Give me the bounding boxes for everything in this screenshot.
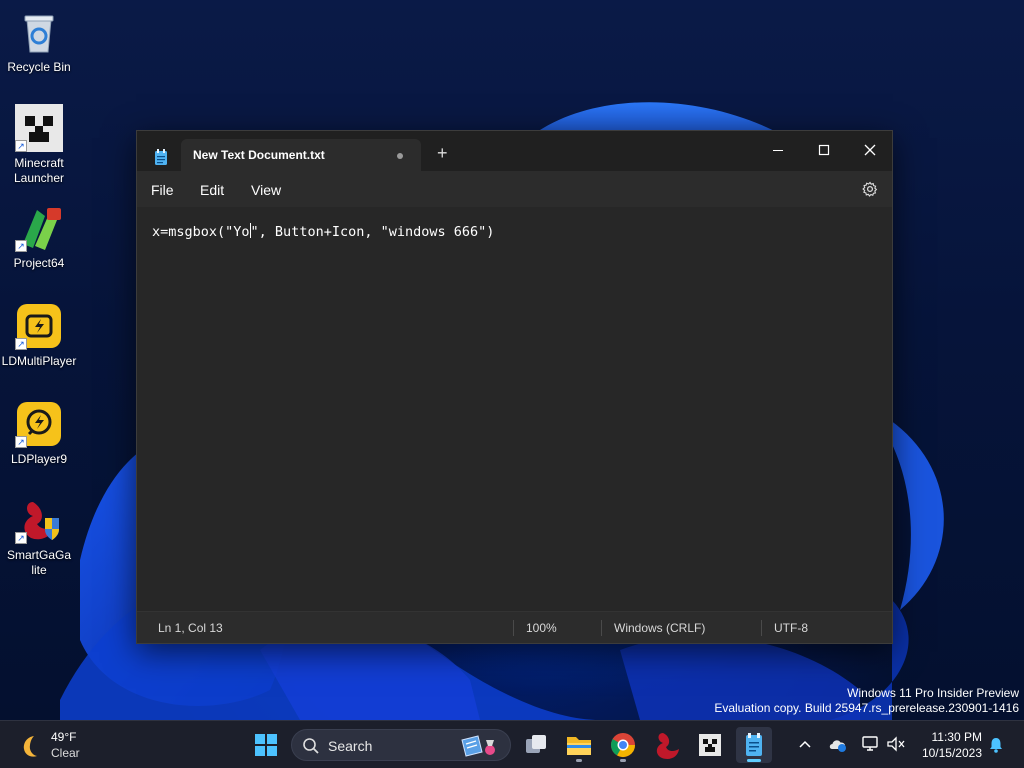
status-divider — [761, 620, 762, 636]
network-icon[interactable] — [860, 735, 880, 758]
watermark-line-1: Windows 11 Pro Insider Preview — [847, 686, 1019, 700]
notification-bell-icon[interactable] — [988, 736, 1004, 759]
windows-logo-icon — [255, 734, 277, 756]
title-bar[interactable]: New Text Document.txt + — [137, 131, 892, 171]
show-hidden-icons-chevron-icon[interactable] — [798, 737, 812, 756]
status-divider — [513, 620, 514, 636]
clock-date: 10/15/2023 — [921, 746, 982, 760]
running-indicator — [747, 759, 761, 762]
weather-temperature: 49°F — [51, 730, 77, 744]
system-clock[interactable]: 11:30 PM 10/15/2023 — [922, 729, 982, 761]
settings-gear-icon[interactable] — [862, 181, 878, 202]
smartgaga-swan-icon — [656, 733, 679, 759]
onedrive-cloud-icon[interactable] — [828, 735, 848, 758]
taskbar-file-explorer[interactable] — [561, 727, 597, 763]
weather-condition: Clear — [51, 746, 80, 760]
minimize-button[interactable] — [755, 137, 801, 165]
taskbar-chrome[interactable] — [605, 727, 641, 763]
moon-icon — [23, 736, 37, 757]
menu-edit[interactable]: Edit — [200, 182, 224, 198]
evaluation-watermark: Windows 11 Pro Insider Preview Evaluatio… — [714, 686, 1019, 716]
desktop-icon-project64[interactable]: ↗ Project64 — [0, 204, 78, 271]
shortcut-arrow-icon: ↗ — [15, 140, 27, 152]
status-divider — [601, 620, 602, 636]
volume-muted-icon[interactable] — [886, 735, 906, 758]
folder-icon — [567, 737, 591, 755]
desktop-icon-label: Project64 — [13, 256, 65, 270]
notepad-window: New Text Document.txt + File Edit View x… — [136, 130, 893, 644]
notepad-app-icon — [154, 149, 168, 170]
tab-title: New Text Document.txt — [193, 148, 325, 162]
close-icon — [864, 144, 876, 156]
minecraft-creeper-icon — [699, 734, 721, 756]
menu-file[interactable]: File — [151, 182, 174, 198]
search-highlight-icon — [461, 735, 495, 757]
status-bar: Ln 1, Col 13 100% Windows (CRLF) UTF-8 — [137, 611, 892, 643]
line-ending[interactable]: Windows (CRLF) — [614, 621, 705, 635]
new-tab-button[interactable]: + — [437, 144, 448, 162]
search-icon — [303, 738, 319, 754]
chrome-icon — [610, 733, 635, 758]
desktop-icon-label: LDMultiPlayer — [1, 354, 77, 368]
notepad-icon — [746, 733, 762, 756]
weather-widget[interactable]: 49°F Clear — [18, 729, 98, 763]
watermark-line-2: Evaluation copy. Build 25947.rs_prerelea… — [714, 701, 1019, 715]
taskbar-smartgaga[interactable] — [649, 727, 685, 763]
running-indicator — [620, 759, 626, 762]
maximize-icon — [818, 144, 830, 156]
cursor-position: Ln 1, Col 13 — [158, 621, 223, 635]
ldplayer9-icon: ↗ — [15, 400, 63, 448]
desktop-icon-label: LDPlayer9 — [10, 452, 68, 466]
menu-bar: File Edit View — [137, 171, 892, 207]
desktop-icon-minecraft-launcher[interactable]: ↗ Minecraft Launcher — [0, 104, 78, 186]
recycle-bin-icon — [15, 8, 63, 56]
taskbar-task-view[interactable] — [518, 727, 554, 763]
shortcut-arrow-icon: ↗ — [15, 240, 27, 252]
editor-text-before-caret: x=msgbox("Yo — [152, 224, 250, 240]
taskbar-notepad[interactable] — [736, 727, 772, 763]
shortcut-arrow-icon: ↗ — [15, 338, 27, 350]
close-button[interactable] — [847, 137, 893, 165]
desktop-icon-label: Recycle Bin — [7, 60, 71, 74]
menu-view[interactable]: View — [251, 182, 281, 198]
unsaved-dot-icon[interactable] — [397, 153, 403, 159]
minecraft-creeper-icon: ↗ — [15, 104, 63, 152]
desktop: Recycle Bin ↗ Minecraft Launcher ↗ Proje… — [0, 0, 1024, 720]
zoom-level[interactable]: 100% — [526, 621, 557, 635]
desktop-icon-smartgaga[interactable]: ↗ SmartGaGa lite — [0, 496, 78, 578]
desktop-icon-ldplayer9[interactable]: ↗ LDPlayer9 — [0, 400, 78, 467]
document-tab[interactable]: New Text Document.txt — [181, 139, 421, 171]
shortcut-arrow-icon: ↗ — [15, 436, 27, 448]
taskbar: 49°F Clear Search 11:30 PM 10/15/2023 — [0, 720, 1024, 768]
text-editor[interactable]: x=msgbox("Yo", Button+Icon, "windows 666… — [137, 207, 892, 613]
editor-text-after-caret: ", Button+Icon, "windows 666") — [250, 224, 495, 240]
taskbar-search-box[interactable]: Search — [291, 729, 511, 761]
desktop-icon-ldmultiplayer[interactable]: ↗ LDMultiPlayer — [0, 302, 78, 369]
minimize-icon — [773, 150, 783, 151]
maximize-button[interactable] — [801, 137, 847, 165]
running-indicator — [576, 759, 582, 762]
task-view-icon — [526, 735, 546, 753]
taskbar-minecraft[interactable] — [692, 727, 728, 763]
encoding[interactable]: UTF-8 — [774, 621, 808, 635]
editor-content[interactable]: x=msgbox("Yo", Button+Icon, "windows 666… — [152, 223, 494, 240]
ldmultiplayer-icon: ↗ — [15, 302, 63, 350]
start-button[interactable] — [248, 727, 284, 763]
search-label: Search — [328, 738, 373, 754]
project64-icon: ↗ — [15, 204, 63, 252]
desktop-icon-label: Minecraft Launcher — [13, 156, 65, 185]
desktop-icon-label: SmartGaGa lite — [6, 548, 72, 577]
clock-time: 11:30 PM — [931, 730, 982, 744]
smartgaga-swan-icon: ↗ — [15, 496, 63, 544]
desktop-icon-recycle-bin[interactable]: Recycle Bin — [0, 8, 78, 75]
shortcut-arrow-icon: ↗ — [15, 532, 27, 544]
